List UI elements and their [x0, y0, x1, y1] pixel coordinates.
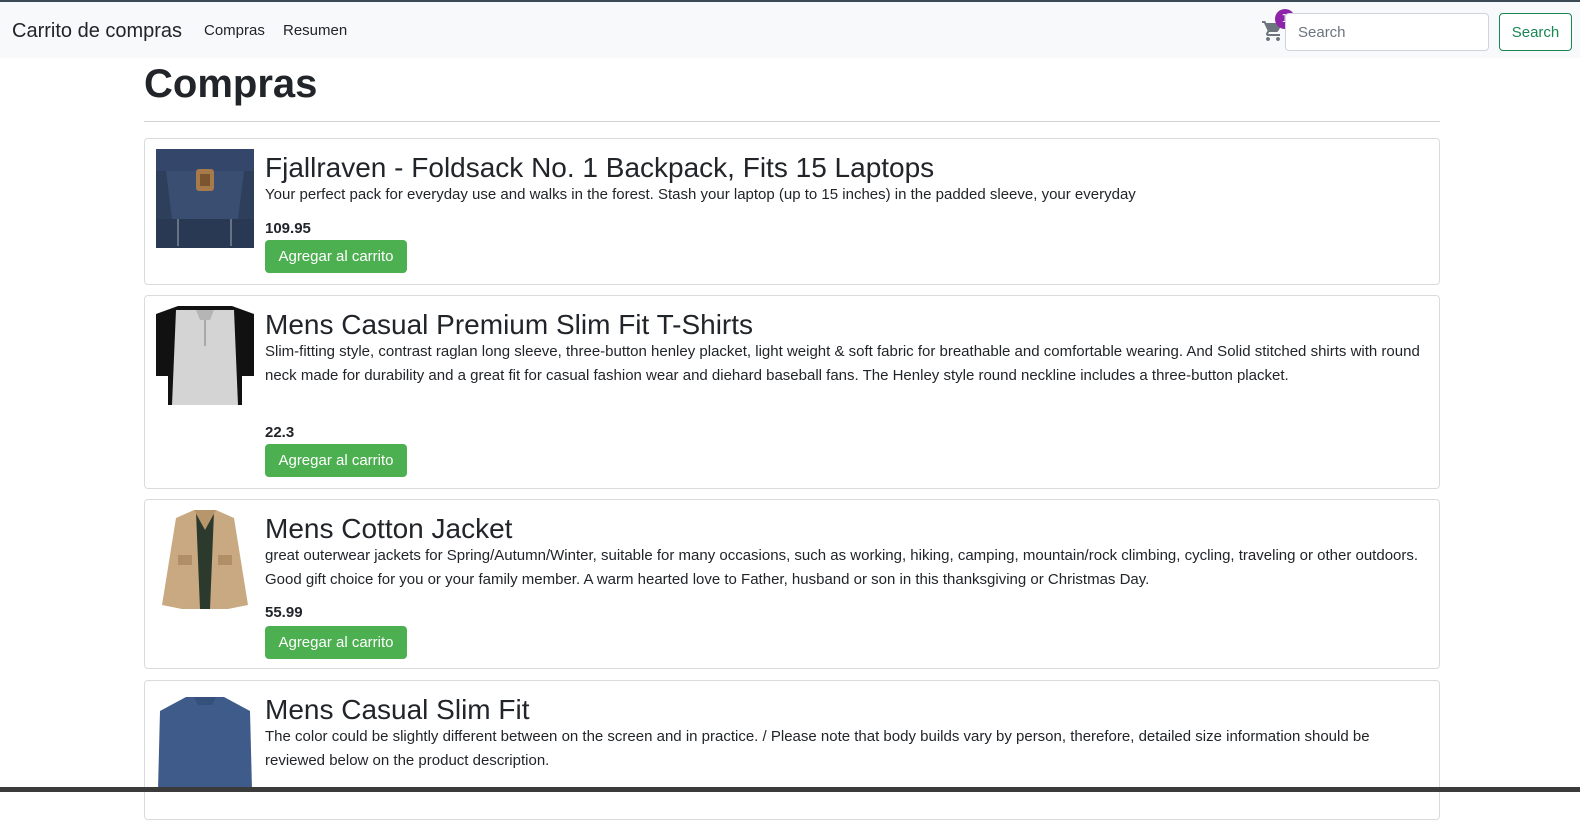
add-to-cart-button[interactable]: Agregar al carrito: [265, 626, 407, 659]
product-description: Slim-fitting style, contrast raglan long…: [265, 343, 1420, 384]
search-button[interactable]: Search: [1499, 13, 1572, 51]
jacket-image: [156, 510, 254, 609]
product-card: Mens Casual Slim Fit The color could be …: [144, 680, 1440, 820]
product-title: Mens Casual Premium Slim Fit T-Shirts: [265, 309, 754, 340]
product-price: 109.95: [265, 220, 311, 237]
product-description: Your perfect pack for everyday use and w…: [265, 186, 1136, 203]
product-price: 55.99: [265, 604, 303, 621]
add-to-cart-button[interactable]: Agregar al carrito: [265, 240, 407, 273]
window-bottom-border: [0, 787, 1580, 792]
product-card: Mens Casual Premium Slim Fit T-Shirts Sl…: [144, 295, 1440, 489]
product-card: Mens Cotton Jacket great outerwear jacke…: [144, 499, 1440, 669]
page-title: Compras: [144, 62, 318, 106]
product-title: Mens Cotton Jacket: [265, 513, 513, 544]
navbar: Carrito de compras Compras Resumen 1 Sea…: [0, 2, 1580, 58]
product-price: 22.3: [265, 424, 295, 441]
tshirt-image: [156, 306, 254, 405]
search-input[interactable]: [1285, 13, 1489, 51]
add-to-cart-button[interactable]: Agregar al carrito: [265, 444, 407, 477]
product-card: Fjallraven - Foldsack No. 1 Backpack, Fi…: [144, 138, 1440, 285]
product-description: great outerwear jackets for Spring/Autum…: [265, 547, 1419, 588]
brand-link[interactable]: Carrito de compras: [12, 18, 182, 44]
product-title: Fjallraven - Foldsack No. 1 Backpack, Fi…: [265, 152, 935, 183]
title-divider: [144, 121, 1440, 122]
long-sleeve-shirt-image: [156, 691, 254, 790]
nav-link-compras[interactable]: Compras: [204, 21, 265, 41]
product-description: The color could be slightly different be…: [265, 728, 1370, 769]
nav-link-resumen[interactable]: Resumen: [283, 21, 347, 41]
backpack-image: [156, 149, 254, 248]
product-title: Mens Casual Slim Fit: [265, 694, 530, 725]
